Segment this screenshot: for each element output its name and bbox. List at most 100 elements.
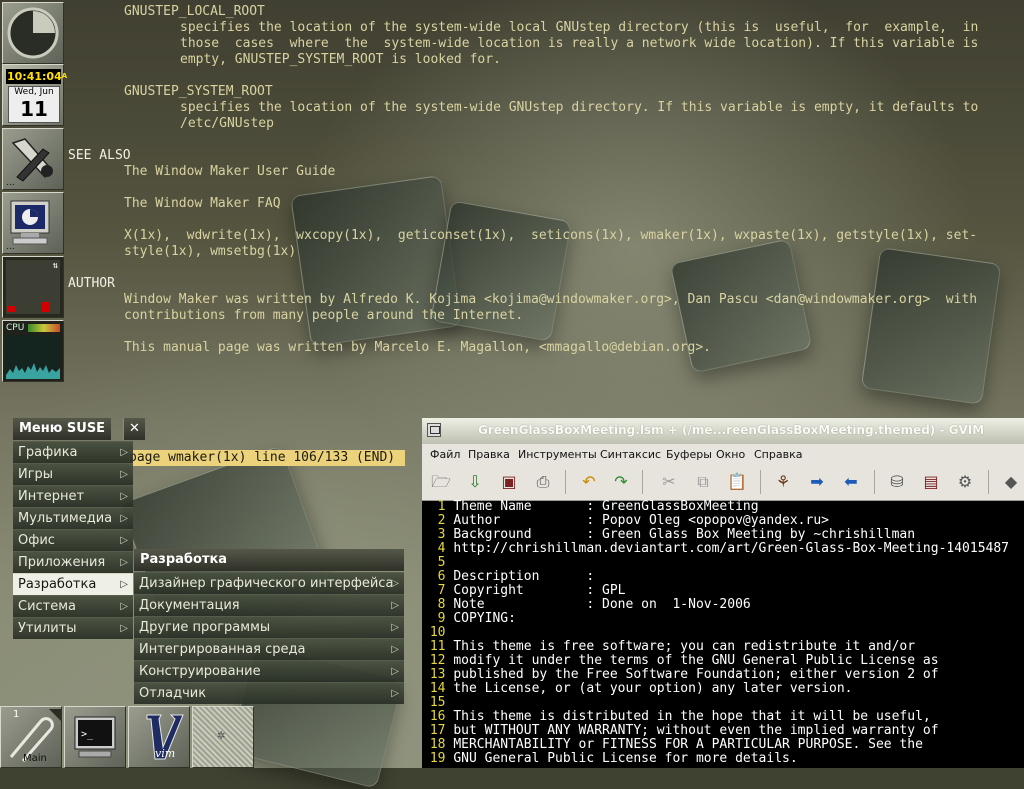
find-replace-icon[interactable]: ⚘ — [772, 471, 794, 493]
gvim-menu-item[interactable]: Инструменты — [518, 448, 597, 461]
workspace-clip[interactable]: 1 Main — [0, 706, 62, 768]
toolbar-separator — [988, 470, 989, 494]
menu-item[interactable]: Система ▷ — [13, 595, 133, 617]
submenu-item[interactable]: Документация ▷ — [134, 594, 404, 616]
gvim-menu-item[interactable]: Справка — [754, 448, 802, 461]
terminal-appicon[interactable]: >_ — [64, 706, 126, 768]
dock-wmprefs-tile[interactable]: ... — [2, 128, 64, 190]
man-text-line: GNUSTEP_LOCAL_ROOT — [124, 4, 265, 19]
cpu-meter — [28, 324, 60, 332]
gvim-menu-item[interactable]: Правка — [468, 448, 510, 461]
arrows-icon: ⇅ — [52, 261, 58, 271]
print-icon[interactable]: ⎙ — [532, 471, 554, 493]
submenu-arrow-icon: ▷ — [391, 578, 399, 589]
dock-memory-monitor-tile[interactable]: ⇅ — [2, 256, 64, 318]
find-previous-icon[interactable]: ⬅ — [840, 471, 862, 493]
line-number: 3 — [422, 527, 454, 542]
submenu-item[interactable]: Интегрированная среда ▷ — [134, 638, 404, 660]
save-icon[interactable]: ⇩ — [464, 471, 486, 493]
suse-menu: Меню SUSE ✕ Графика ▷ Игры ▷ Интернет ▷ Мульти… — [13, 418, 145, 639]
window-menu-button[interactable] — [427, 423, 441, 437]
editor-line: 1 Theme Name : GreenGlassBoxMeeting — [422, 500, 1024, 514]
submenu-item[interactable]: Конструирование ▷ — [134, 660, 404, 682]
calendar-day: 11 — [20, 97, 48, 121]
gvim-appicon[interactable]: vim — [128, 706, 190, 768]
gvim-titlebar[interactable]: GreenGlassBoxMeeting.lsm + (/me...reenGl… — [422, 418, 1024, 444]
man-text-line: Window Maker was written by Alfredo K. K… — [124, 292, 978, 307]
menu-item[interactable]: Утилиты ▷ — [13, 617, 133, 639]
line-number: 5 — [422, 555, 454, 570]
run-script-icon[interactable]: ⚙ — [954, 471, 976, 493]
editor-line: 8 Note : Done on 1-Nov-2006 — [422, 598, 1024, 612]
toolbar-separator — [642, 470, 643, 494]
find-next-icon[interactable]: ➡ — [806, 471, 828, 493]
line-number: 17 — [422, 723, 454, 738]
editor-line: 3 Background : Green Glass Box Meeting b… — [422, 528, 1024, 542]
line-number: 11 — [422, 639, 454, 654]
svg-text:vim: vim — [155, 747, 175, 760]
editor-line: 19 GNU General Public License for more d… — [422, 752, 1024, 766]
editor-line: 6 Description : — [422, 570, 1024, 584]
man-text-line: /etc/GNUstep — [180, 116, 274, 131]
toolbar-separator — [874, 470, 875, 494]
close-icon: ✕ — [129, 421, 140, 436]
gvim-menu-item[interactable]: Окно — [716, 448, 745, 461]
paste-icon[interactable]: 📋 — [726, 471, 748, 493]
menu-title[interactable]: Меню SUSE — [13, 418, 111, 440]
line-number: 7 — [422, 583, 454, 598]
gvim-menu-item[interactable]: Буферы — [666, 448, 712, 461]
submenu-item-label: Дизайнер графического интерфейса — [139, 576, 394, 591]
line-number: 4 — [422, 541, 454, 556]
menu-close-button[interactable]: ✕ — [123, 418, 145, 440]
empty-appicon[interactable]: ✲ — [192, 706, 254, 768]
menu-item[interactable]: Игры ▷ — [13, 463, 133, 485]
line-number: 6 — [422, 569, 454, 584]
menu-item[interactable]: Графика ▷ — [13, 441, 133, 463]
submenu-arrow-icon: ▷ — [120, 623, 128, 634]
line-text: but WITHOUT ANY WARRANTY; without even t… — [453, 723, 939, 738]
save-session-icon[interactable]: ▤ — [920, 471, 942, 493]
load-session-icon[interactable]: ⛁ — [886, 471, 908, 493]
calendar-date: Wed, Jun 11 — [8, 86, 60, 123]
cpu-label: CPU — [6, 323, 25, 333]
dock-cpu-monitor-tile[interactable]: CPU — [2, 320, 64, 382]
man-text-line: contributions from many people around th… — [124, 308, 524, 323]
undo-icon[interactable]: ↶ — [578, 471, 600, 493]
gvim-menu-item[interactable]: Файл — [430, 448, 460, 461]
cut-icon[interactable]: ✂ — [658, 471, 680, 493]
submenu-item[interactable]: Дизайнер графического интерфейса ▷ — [134, 572, 404, 594]
man-text-line: specifies the location of the system-wid… — [180, 100, 979, 115]
menu-item-label: Офис — [18, 533, 55, 548]
gvim-text-area[interactable]: 1 Theme Name : GreenGlassBoxMeeting 2 Au… — [422, 500, 1024, 768]
open-icon[interactable]: 🗁 — [430, 471, 452, 493]
submenu-arrow-icon: ▷ — [120, 447, 128, 458]
make-icon[interactable]: ◆ — [1000, 471, 1022, 493]
man-section-heading: SEE ALSO — [68, 148, 131, 163]
man-text-line: those cases where the system-wide locati… — [180, 36, 979, 51]
man-text-line: empty, GNUSTEP_SYSTEM_ROOT is looked for… — [180, 52, 501, 67]
redo-icon[interactable]: ↷ — [610, 471, 632, 493]
pager-status-line: page wmaker(1x) line 106/133 (END) — [129, 450, 405, 466]
submenu-item[interactable]: Другие программы ▷ — [134, 616, 404, 638]
gvim-menu-item[interactable]: Синтаксис — [600, 448, 661, 461]
line-text: modify it under the terms of the GNU Gen… — [453, 653, 939, 668]
dock-logo-tile[interactable] — [2, 2, 64, 64]
submenu-title[interactable]: Разработка — [134, 549, 404, 571]
dock-monitor-tile[interactable]: ... — [2, 192, 64, 254]
menu-item[interactable]: Разработка ▷ — [13, 573, 133, 595]
menu-item[interactable]: Мультимедиа ▷ — [13, 507, 133, 529]
save-all-icon[interactable]: ▣ — [498, 471, 520, 493]
submenu-arrow-icon: ▷ — [120, 513, 128, 524]
gvim-menubar: Файл Правка Инструменты Синтаксис Буферы Окно… — [422, 444, 1024, 464]
submenu-item-label: Другие программы — [139, 620, 271, 635]
editor-line: 4 http://chrishillman.deviantart.com/art… — [422, 542, 1024, 556]
editor-line: 18 MERCHANTABILITY or FITNESS FOR A PART… — [422, 738, 1024, 752]
menu-item[interactable]: Офис ▷ — [13, 529, 133, 551]
line-number: 19 — [422, 751, 454, 766]
copy-icon[interactable]: ⧉ — [692, 471, 714, 493]
menu-item[interactable]: Интернет ▷ — [13, 485, 133, 507]
submenu-item[interactable]: Отладчик ▷ — [134, 682, 404, 704]
submenu-arrow-icon: ▷ — [391, 600, 399, 611]
dock-clock-tile[interactable]: 10:41:04A Wed, Jun 11 — [2, 64, 67, 126]
menu-item[interactable]: Приложения ▷ — [13, 551, 133, 573]
